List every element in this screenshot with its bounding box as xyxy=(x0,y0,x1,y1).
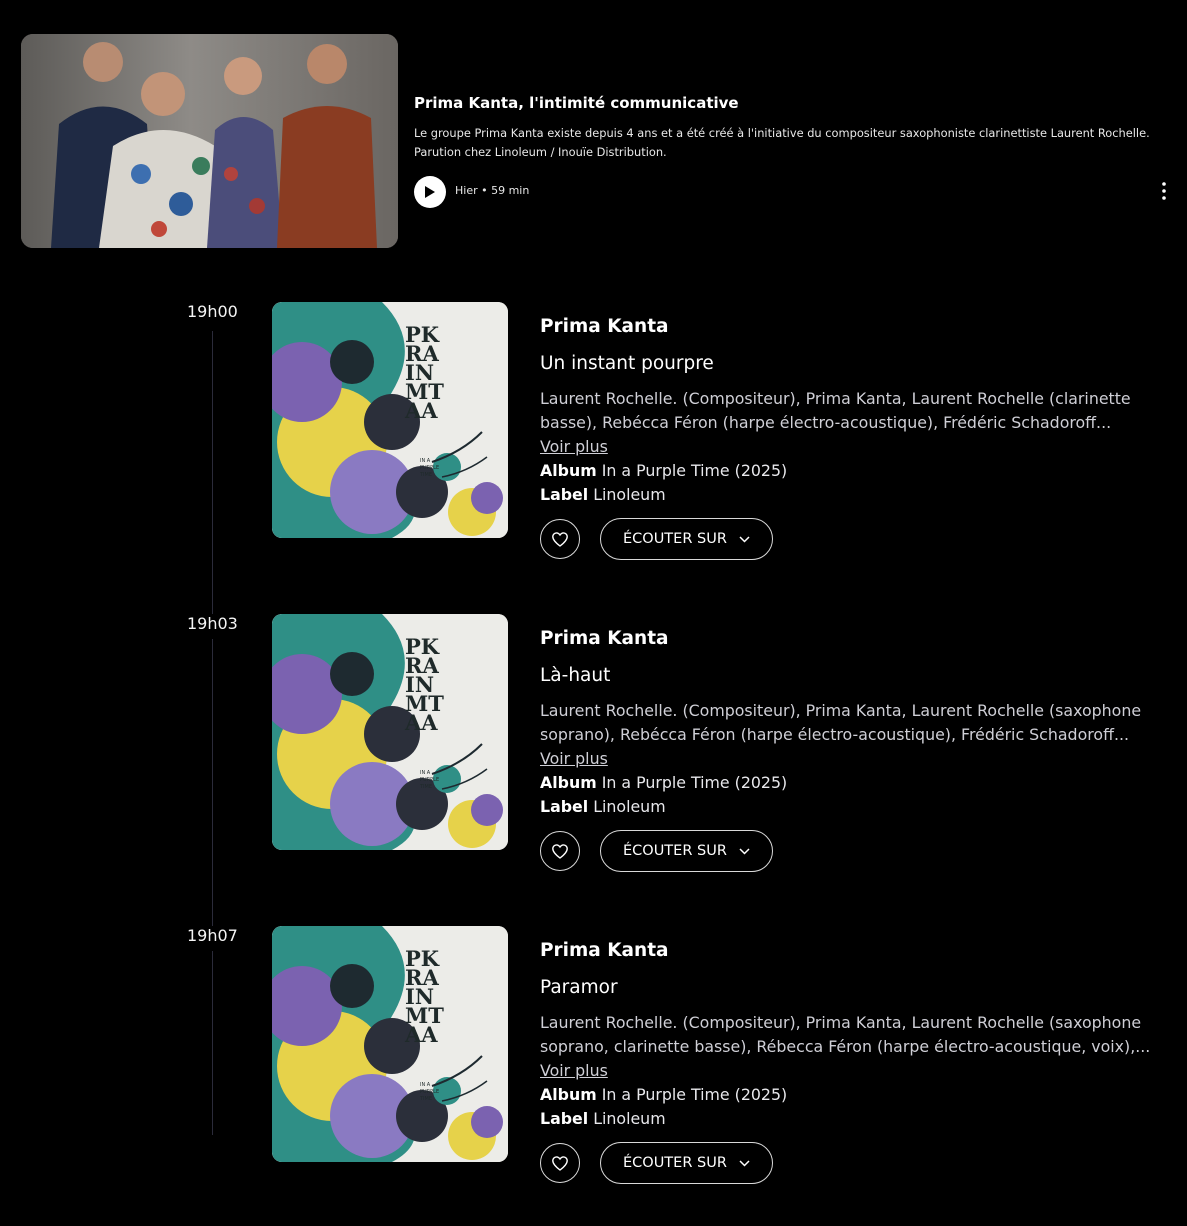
cover-subtitle-text: PURPLE xyxy=(420,777,439,783)
label-value: Linoleum xyxy=(593,485,666,504)
cover-art: PKRAINMTAA IN APURPLETIME xyxy=(272,302,508,538)
cover-logo-text: AA xyxy=(404,710,438,735)
label-label: Label xyxy=(540,485,589,504)
label-value: Linoleum xyxy=(593,797,666,816)
track-album: Album In a Purple Time (2025) xyxy=(540,1083,1170,1107)
album-value: In a Purple Time (2025) xyxy=(601,461,788,480)
album-value: In a Purple Time (2025) xyxy=(601,773,788,792)
listen-on-button[interactable]: ÉCOUTER SUR xyxy=(600,830,773,872)
play-button[interactable] xyxy=(414,176,446,208)
favorite-button[interactable] xyxy=(540,831,580,871)
favorite-button[interactable] xyxy=(540,1143,580,1183)
track-info: Prima Kanta Là-haut Laurent Rochelle. (C… xyxy=(540,627,1170,873)
listen-label: ÉCOUTER SUR xyxy=(623,531,727,547)
listen-on-button[interactable]: ÉCOUTER SUR xyxy=(600,1142,773,1184)
track-label: Label Linoleum xyxy=(540,483,1170,507)
track-info: Prima Kanta Paramor Laurent Rochelle. (C… xyxy=(540,939,1170,1185)
track-time: 19h03 xyxy=(187,614,238,639)
album-label: Album xyxy=(540,461,597,480)
track-item: 19h00 PK RA IN MT AA IN A PURPLE TIME Prima Ka… xyxy=(8,302,1179,602)
cover-subtitle-text: IN A xyxy=(420,458,431,464)
listen-on-button[interactable]: ÉCOUTER SUR xyxy=(600,518,773,560)
heart-icon xyxy=(552,843,568,859)
page: Prima Kanta, l'intimité communicative Le… xyxy=(8,10,1179,1184)
track-credits: Laurent Rochelle. (Compositeur), Prima K… xyxy=(540,701,1142,744)
cover-art: PKRAINMTAA IN APURPLETIME xyxy=(272,926,508,1162)
label-label: Label xyxy=(540,1109,589,1128)
chevron-down-icon xyxy=(739,847,750,855)
more-vertical-icon xyxy=(1162,182,1166,200)
track-actions: ÉCOUTER SUR xyxy=(540,1141,1170,1185)
see-more-link[interactable]: Voir plus xyxy=(540,747,608,771)
track-item: 19h03 PK RA IN MT AA IN A PURPLE TIME Prima Ka… xyxy=(8,614,1179,914)
album-cover[interactable]: PK RA IN MT AA IN A PURPLE TIME xyxy=(272,926,508,1162)
track-title: Un instant pourpre xyxy=(540,353,714,374)
episode-title[interactable]: Prima Kanta, l'intimité communicative xyxy=(414,94,739,112)
track-title: Paramor xyxy=(540,977,618,998)
cover-subtitle-text: IN A xyxy=(420,1082,431,1088)
episode-header: Prima Kanta, l'intimité communicative Le… xyxy=(21,34,1171,250)
album-label: Album xyxy=(540,1085,597,1104)
more-options-button[interactable] xyxy=(1157,178,1171,204)
episode-thumbnail[interactable] xyxy=(21,34,398,248)
label-label: Label xyxy=(540,797,589,816)
episode-description: Le groupe Prima Kanta existe depuis 4 an… xyxy=(414,126,1150,159)
listen-label: ÉCOUTER SUR xyxy=(623,1155,727,1171)
track-album: Album In a Purple Time (2025) xyxy=(540,771,1170,795)
chevron-down-icon xyxy=(739,1159,750,1167)
track-credits: Laurent Rochelle. (Compositeur), Prima K… xyxy=(540,1013,1151,1056)
listen-label: ÉCOUTER SUR xyxy=(623,843,727,859)
cover-subtitle-text: TIME xyxy=(419,784,432,790)
episode-meta: Hier • 59 min xyxy=(455,184,530,197)
album-label: Album xyxy=(540,773,597,792)
track-credits: Laurent Rochelle. (Compositeur), Prima K… xyxy=(540,389,1131,432)
album-cover[interactable]: PK RA IN MT AA IN A PURPLE TIME xyxy=(272,614,508,850)
track-artist[interactable]: Prima Kanta xyxy=(540,939,1170,963)
cover-logo-text: AA xyxy=(404,398,438,423)
track-time: 19h07 xyxy=(187,926,238,951)
album-value: In a Purple Time (2025) xyxy=(601,1085,788,1104)
track-actions: ÉCOUTER SUR xyxy=(540,829,1170,873)
cover-subtitle-text: TIME xyxy=(419,1096,432,1102)
cover-subtitle-text: PURPLE xyxy=(420,465,439,471)
track-album: Album In a Purple Time (2025) xyxy=(540,459,1170,483)
cover-subtitle-text: TIME xyxy=(419,472,432,478)
see-more-link[interactable]: Voir plus xyxy=(540,435,608,459)
cover-art: PKRAINMTAA IN APURPLETIME xyxy=(272,614,508,850)
track-actions: ÉCOUTER SUR xyxy=(540,517,1170,561)
cover-subtitle-text: IN A xyxy=(420,770,431,776)
track-title: Là-haut xyxy=(540,665,611,686)
track-info: Prima Kanta Un instant pourpre Laurent R… xyxy=(540,315,1170,561)
heart-icon xyxy=(552,531,568,547)
track-artist[interactable]: Prima Kanta xyxy=(540,315,1170,339)
track-label: Label Linoleum xyxy=(540,1107,1170,1131)
label-value: Linoleum xyxy=(593,1109,666,1128)
play-icon xyxy=(425,186,435,198)
favorite-button[interactable] xyxy=(540,519,580,559)
heart-icon xyxy=(552,1155,568,1171)
track-label: Label Linoleum xyxy=(540,795,1170,819)
chevron-down-icon xyxy=(739,535,750,543)
cover-subtitle-text: PURPLE xyxy=(420,1089,439,1095)
cover-logo-text: AA xyxy=(404,1022,438,1047)
album-cover[interactable]: PK RA IN MT AA IN A PURPLE TIME xyxy=(272,302,508,538)
track-item: 19h07 PK RA IN MT AA IN A PURPLE TIME Prima Ka… xyxy=(8,926,1179,1226)
track-artist[interactable]: Prima Kanta xyxy=(540,627,1170,651)
track-time: 19h00 xyxy=(187,302,238,327)
see-more-link[interactable]: Voir plus xyxy=(540,1059,608,1083)
